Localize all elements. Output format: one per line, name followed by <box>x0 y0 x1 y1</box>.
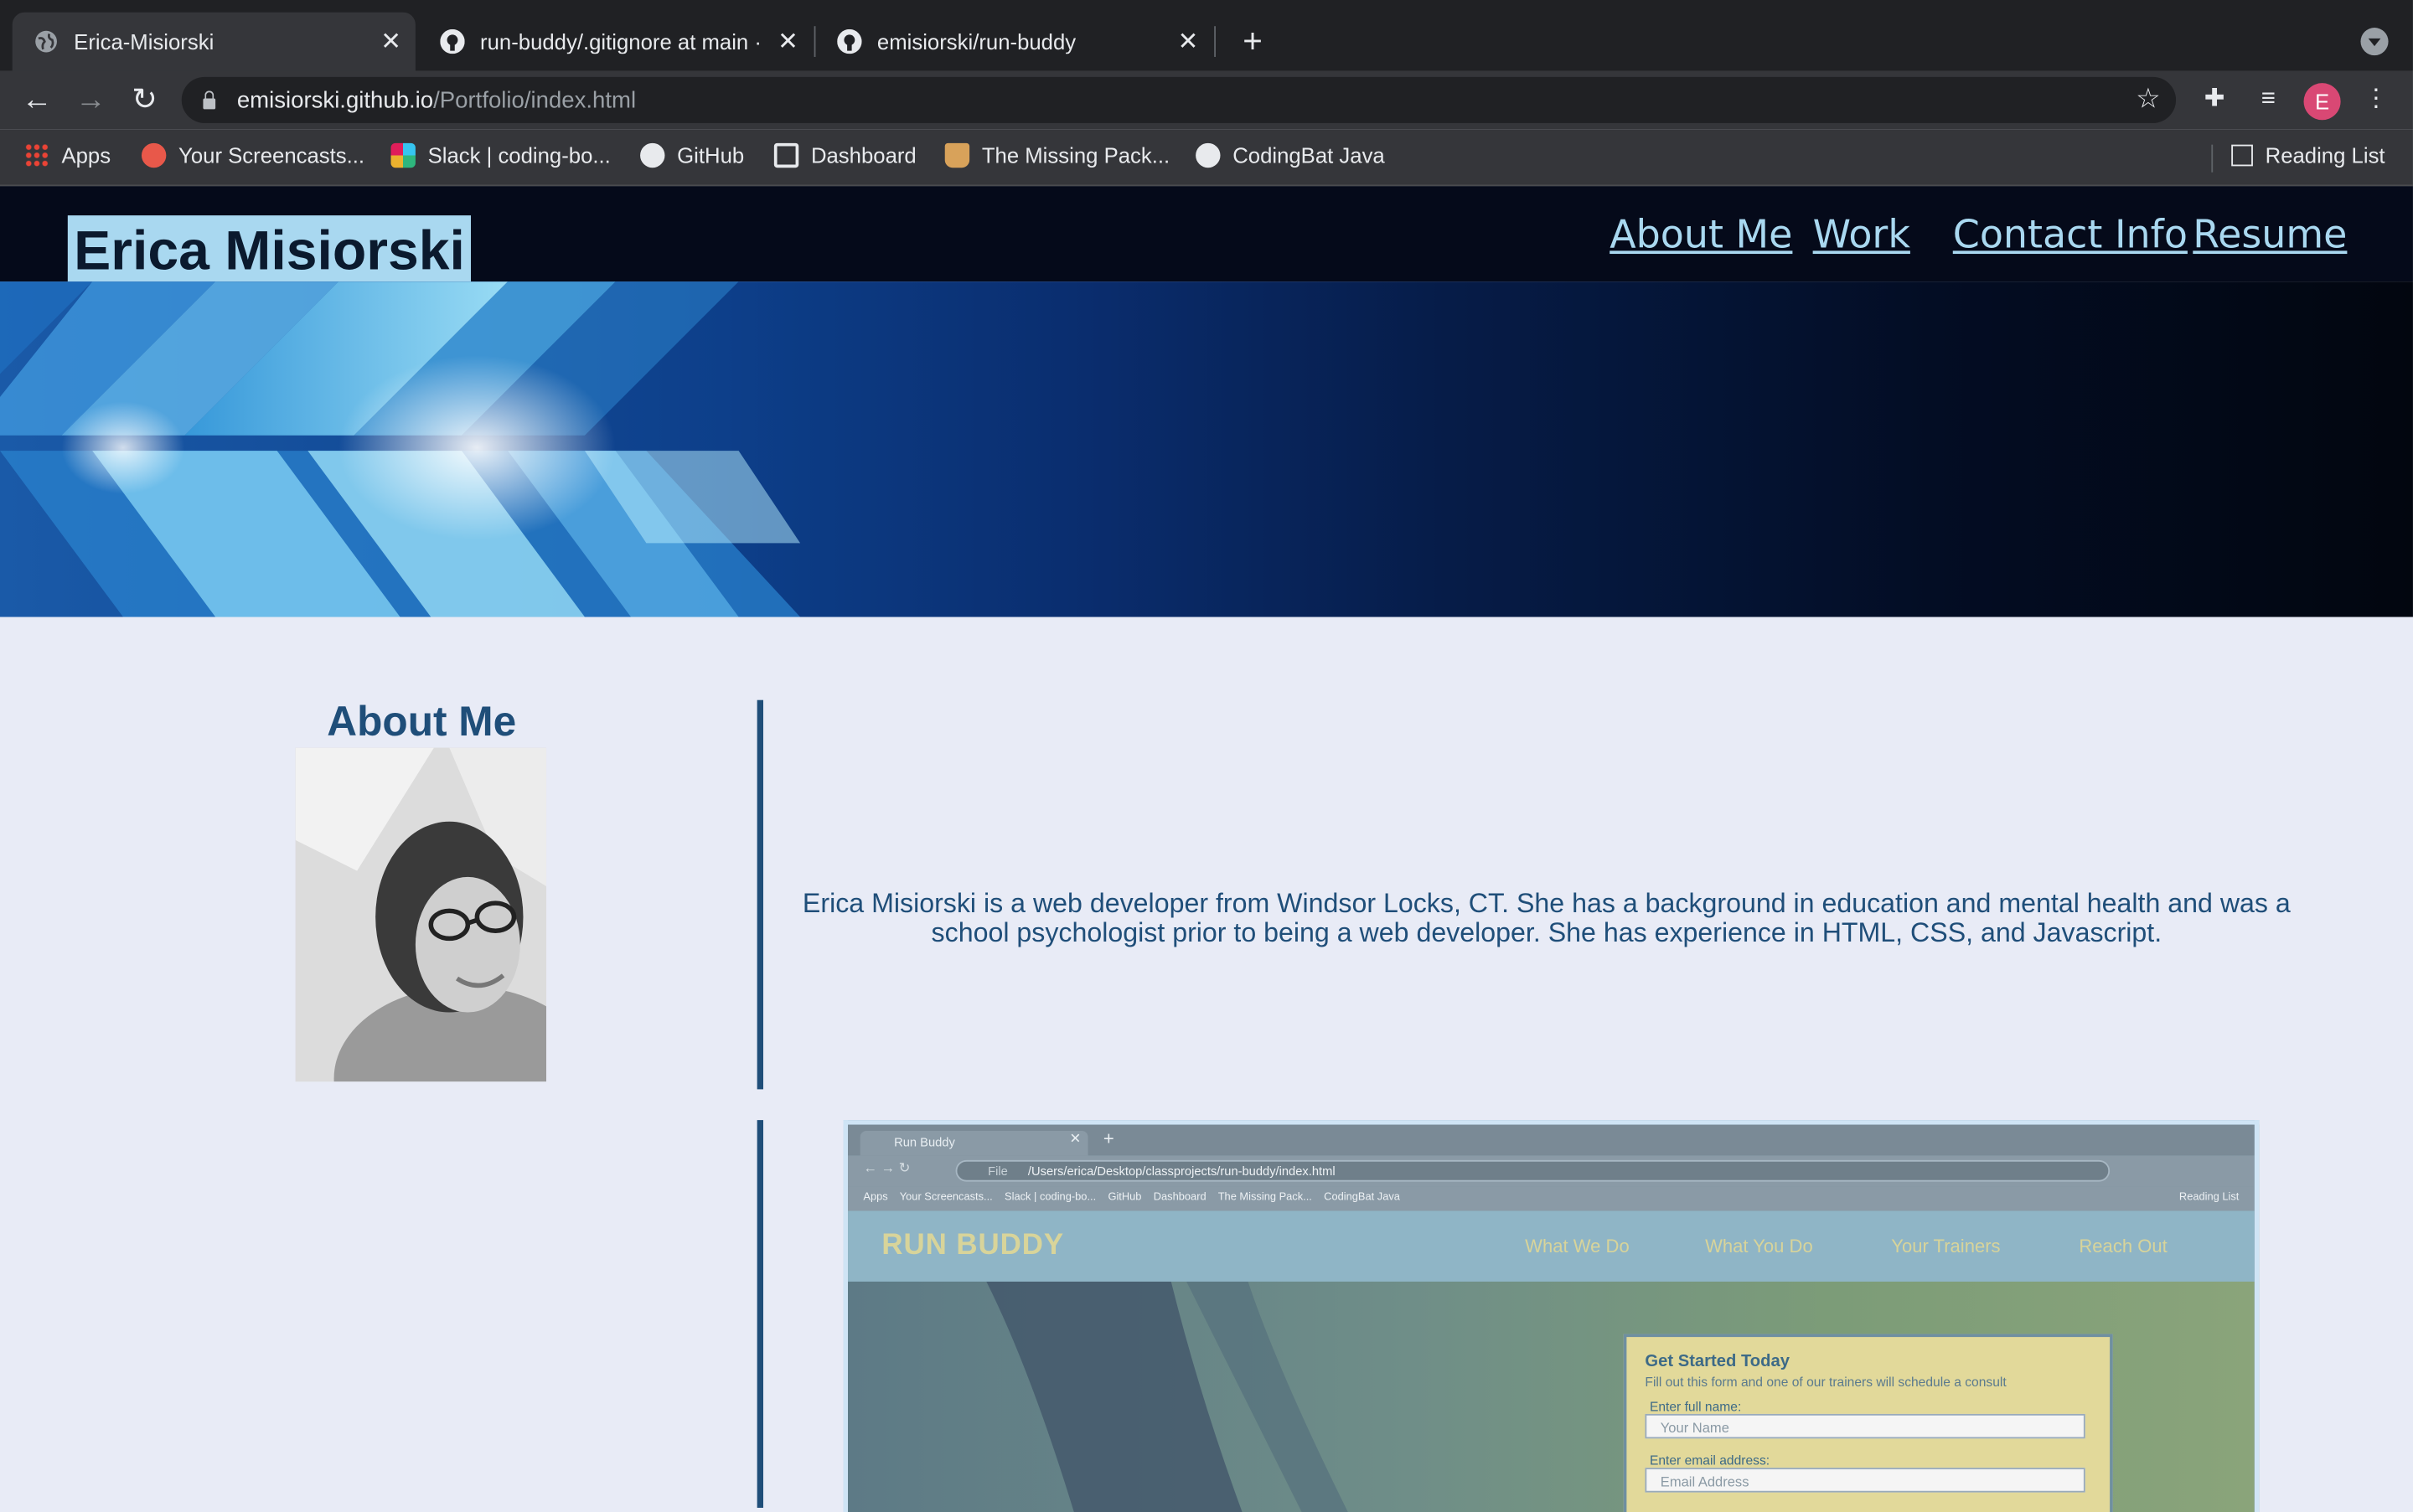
reading-list-icon <box>2231 144 2253 167</box>
hero-banner <box>0 281 2413 617</box>
back-icon[interactable]: ← <box>17 80 57 121</box>
extensions-icon[interactable]: ✚ <box>2199 85 2230 116</box>
bookmark-label: GitHub <box>677 142 745 168</box>
globe-icon <box>1196 142 1221 168</box>
tab-title: run-buddy/.gitignore at main · <box>480 28 762 54</box>
bookmark-missing-package[interactable]: The Missing Pack... <box>944 142 1170 168</box>
nav-about-me[interactable]: About Me <box>1610 212 1792 256</box>
bookmark-screencasts[interactable]: Your Screencasts... <box>141 142 365 168</box>
tab-title: Erica-Misiorski <box>74 28 214 54</box>
reading-list-label: Reading List <box>2265 142 2385 168</box>
url-path: /Portfolio/index.html <box>433 86 637 113</box>
github-icon <box>440 28 465 54</box>
screenshot-tab-strip: Run Buddy ✕ + <box>848 1124 2255 1156</box>
url-host: emisiorski.github.io <box>236 86 434 113</box>
screenshot-bookmarks-text: Apps Your Screencasts... Slack | coding-… <box>863 1192 1400 1204</box>
bookmark-slack[interactable]: Slack | coding-bo... <box>390 142 611 168</box>
screenshot-nav-item: What You Do <box>1705 1235 1813 1257</box>
site-header: Erica Misiorski About Me Work Contact In… <box>0 186 2413 286</box>
bookmark-codingbat[interactable]: CodingBat Java <box>1196 142 1385 168</box>
close-tab-icon[interactable]: ✕ <box>375 26 406 57</box>
screencast-icon <box>141 142 167 168</box>
bookmark-label: Your Screencasts... <box>178 142 365 168</box>
browser-tab-strip: Erica-Misiorski ✕ run-buddy/.gitignore a… <box>0 0 2413 71</box>
screenshot-reading-list: Reading List <box>2178 1192 2240 1204</box>
browser-toolbar: ← → ↻ emisiorski.github.io/Portfolio/ind… <box>0 70 2413 130</box>
menu-kebab-icon[interactable]: ⋮ <box>2360 85 2391 116</box>
screenshot-url-prefix: File <box>988 1164 1008 1179</box>
tab-title: emisiorski/run-buddy <box>876 28 1077 54</box>
work-divider-line <box>757 1120 764 1508</box>
tab-search-icon[interactable] <box>2360 28 2389 56</box>
reload-icon[interactable]: ↻ <box>125 80 165 121</box>
bio-text: Erica Misiorski is a web developer from … <box>802 886 2291 948</box>
screenshot-bookmarks: Apps Your Screencasts... Slack | coding-… <box>848 1186 2255 1211</box>
screenshot-email-label: Enter email address: <box>1649 1452 1770 1468</box>
about-heading: About Me <box>327 698 517 745</box>
bookmark-github[interactable]: GitHub <box>640 142 745 168</box>
bookmark-dashboard[interactable]: Dashboard <box>773 142 917 168</box>
reading-list-button[interactable]: Reading List <box>2231 143 2385 168</box>
lock-icon <box>200 90 219 110</box>
screenshot-signup-form: Get Started Today Fill out this form and… <box>1623 1334 2113 1512</box>
hero-graphic <box>0 281 801 617</box>
screenshot-nav-item: Reach Out <box>2079 1235 2168 1257</box>
site-title: Erica Misiorski <box>67 215 472 286</box>
globe-icon <box>34 29 58 54</box>
bookmark-apps[interactable]: Apps <box>24 142 111 168</box>
tab-erica-misiorski[interactable]: Erica-Misiorski ✕ <box>12 12 416 71</box>
bookmark-divider <box>2211 144 2214 173</box>
nav-contact-info[interactable]: Contact Info <box>1953 212 2188 256</box>
close-tab-icon[interactable]: ✕ <box>772 26 803 57</box>
github-icon <box>837 28 862 54</box>
nav-resume[interactable]: Resume <box>2193 212 2347 256</box>
tab-divider <box>1214 26 1216 57</box>
screenshot-toolbar: ← → ↻ File /Users/erica/Desktop/classpro… <box>848 1155 2255 1187</box>
screenshot-site-header: RUN BUDDY What We Do What You Do Your Tr… <box>848 1210 2255 1282</box>
apps-grid-icon <box>24 142 49 168</box>
close-tab-icon[interactable]: ✕ <box>1173 26 1204 57</box>
github-icon <box>640 142 665 168</box>
new-tab-icon[interactable]: + <box>1234 22 1271 62</box>
screenshot-address-bar: File /Users/erica/Desktop/classprojects/… <box>955 1159 2111 1182</box>
bookmark-label: The Missing Pack... <box>981 142 1170 168</box>
screenshot-logo: RUN BUDDY <box>881 1229 1065 1262</box>
screenshot-form-subtitle: Fill out this form and one of our traine… <box>1645 1374 2007 1390</box>
screenshot-new-tab-icon: + <box>1103 1128 1114 1150</box>
screenshot-name-label: Enter full name: <box>1649 1398 1742 1414</box>
screenshot-nav-item: What We Do <box>1525 1235 1630 1257</box>
forward-icon[interactable]: → <box>70 80 111 121</box>
tab-gitignore[interactable]: run-buddy/.gitignore at main · ✕ <box>419 13 813 71</box>
screenshot-nav-item: Your Trainers <box>1891 1235 2001 1257</box>
bookmarks-bar: Apps Your Screencasts... Slack | coding-… <box>0 129 2413 187</box>
tab-run-buddy-repo[interactable]: emisiorski/run-buddy ✕ <box>815 13 1212 71</box>
bookmark-label: Slack | coding-bo... <box>427 142 611 168</box>
screenshot-name-input: Your Name <box>1645 1413 2085 1439</box>
nav-work[interactable]: Work <box>1813 212 1910 256</box>
dashboard-icon <box>773 142 799 168</box>
missing-package-icon <box>944 142 970 168</box>
screenshot-url: /Users/erica/Desktop/classprojects/run-b… <box>1027 1164 1336 1179</box>
bookmark-label: Apps <box>61 142 111 168</box>
profile-avatar[interactable]: E <box>2303 83 2341 121</box>
screenshot-tab: Run Buddy <box>860 1130 1088 1156</box>
slack-icon <box>390 142 416 168</box>
bookmark-star-icon[interactable]: ☆ <box>2136 83 2161 116</box>
screenshot-form-heading: Get Started Today <box>1645 1352 1790 1371</box>
run-buddy-project-screenshot[interactable]: Run Buddy ✕ + ← → ↻ File /Users/erica/De… <box>843 1120 2260 1512</box>
screenshot-nav-icons: ← → ↻ <box>863 1159 911 1176</box>
screenshot-email-input: Email Address <box>1645 1468 2085 1493</box>
bookmark-label: Dashboard <box>810 142 917 168</box>
address-bar[interactable]: emisiorski.github.io/Portfolio/index.htm… <box>181 76 2177 123</box>
screenshot-close-icon: ✕ <box>1069 1130 1082 1147</box>
media-control-icon[interactable]: ≡ <box>2253 85 2284 116</box>
bookmark-label: CodingBat Java <box>1232 142 1385 168</box>
profile-photo <box>295 747 547 1082</box>
